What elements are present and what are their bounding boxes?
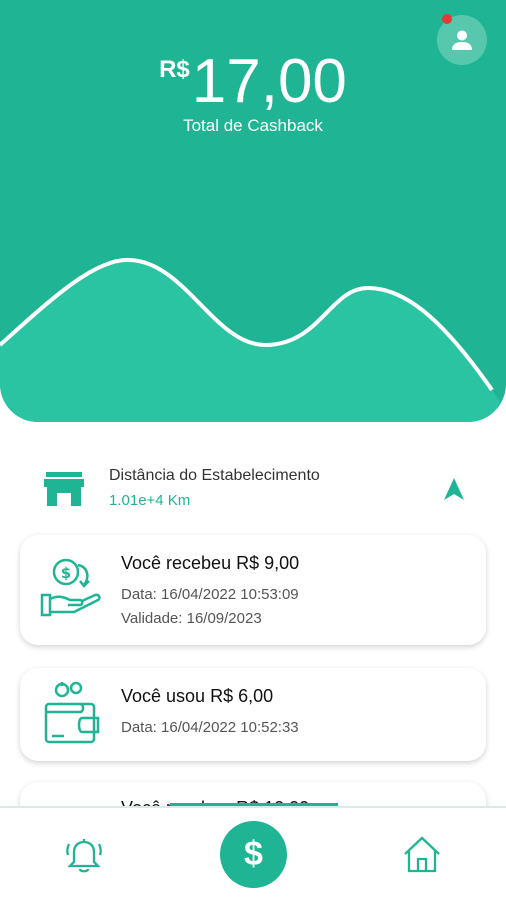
home-icon[interactable] [402, 834, 442, 874]
transaction-card[interactable]: Você usou R$ 6,00 Data: 16/04/2022 10:52… [20, 668, 486, 761]
bell-icon[interactable] [66, 836, 102, 874]
notification-dot [442, 14, 452, 24]
transaction-date: Data: 16/04/2022 10:52:33 [121, 719, 299, 736]
cashback-header: R$17,00 Total de Cashback [0, 0, 506, 422]
wallet-icon [44, 681, 100, 744]
transaction-validity: Validade: 16/09/2023 [121, 610, 262, 627]
cashback-nav-button[interactable]: $ [220, 821, 287, 888]
distance-section[interactable]: Distância do Estabelecimento 1.01e+4 Km [0, 460, 506, 520]
store-icon [44, 472, 84, 506]
nav-active-indicator [170, 803, 338, 806]
user-icon [452, 30, 472, 50]
navigation-arrow-icon[interactable] [444, 478, 464, 500]
receive-money-icon: $ [40, 558, 101, 617]
transaction-card[interactable]: $ Você recebeu R$ 9,00 Data: 16/04/2022 … [20, 535, 486, 645]
svg-text:$: $ [61, 564, 71, 582]
transaction-date: Data: 16/04/2022 10:53:09 [121, 586, 299, 603]
currency-symbol: R$ [159, 56, 190, 83]
distance-value: 1.01e+4 Km [109, 492, 191, 509]
distance-title: Distância do Estabelecimento [109, 467, 320, 484]
transaction-title: Você recebeu R$ 9,00 [121, 553, 300, 573]
cashback-label: Total de Cashback [183, 116, 323, 135]
transaction-title: Você usou R$ 6,00 [121, 686, 274, 706]
cashback-amount: 17,00 [191, 47, 347, 116]
dollar-icon: $ [244, 835, 263, 873]
cashback-total: R$17,00 [0, 46, 506, 117]
